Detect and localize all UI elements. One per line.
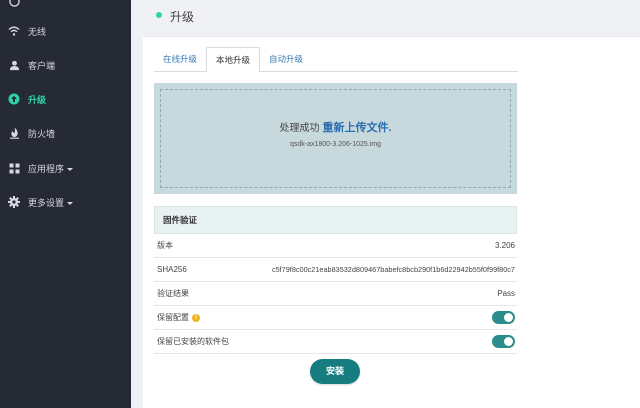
- tab-local-upgrade[interactable]: 本地升级: [206, 47, 261, 73]
- table-row: 保留配置!: [154, 306, 517, 330]
- sha256-value: c5f79f8c00c21eab83532d809467babefc8bcb29…: [271, 265, 515, 274]
- keep-config-label: 保留配置: [157, 313, 189, 322]
- sha256-label: SHA256: [157, 265, 187, 274]
- user-icon: [8, 59, 20, 71]
- sidebar-item-label: 无线: [28, 26, 47, 37]
- sidebar-item-label: 防火墙: [28, 128, 56, 139]
- verification-result-label: 验证结果: [157, 289, 189, 298]
- title-dot: [156, 12, 162, 18]
- chevron-down-icon: [67, 201, 74, 205]
- upgrade-icon: [8, 93, 20, 105]
- sidebar-item-home[interactable]: [0, 0, 131, 16]
- upload-status-text: 处理成功: [279, 123, 320, 134]
- keep-packages-label: 保留已安装的软件包: [157, 337, 229, 346]
- version-label: 版本: [157, 241, 173, 250]
- page-title: 升级: [170, 10, 195, 24]
- tab-auto-upgrade[interactable]: 自动升级: [260, 47, 312, 72]
- sidebar-item-firewall[interactable]: 防火墙: [0, 118, 131, 148]
- sidebar-item-label: 更多设置: [28, 197, 65, 208]
- page-header: 升级: [143, 0, 640, 30]
- install-button[interactable]: 安装: [310, 359, 360, 384]
- firmware-verification-heading: 固件验证: [154, 206, 517, 234]
- home-icon: [8, 0, 20, 7]
- sidebar: 无线 客户端 升级 防火墙 应用程序 更多设置: [0, 0, 131, 408]
- tab-bar: 在线升级 本地升级 自动升级: [154, 47, 518, 73]
- sidebar-item-applications[interactable]: 应用程序: [0, 153, 131, 183]
- sidebar-item-label: 升级: [28, 94, 47, 105]
- upgrade-panel: 在线升级 本地升级 自动升级 处理成功 重新上传文件. qsdk-ax1800-3…: [143, 36, 640, 408]
- wifi-icon: [8, 25, 20, 37]
- sidebar-item-more-settings[interactable]: 更多设置: [0, 187, 131, 217]
- keep-config-toggle[interactable]: [492, 311, 515, 324]
- upload-status: 处理成功 重新上传文件.: [154, 119, 517, 135]
- sidebar-item-clients[interactable]: 客户端: [0, 50, 131, 80]
- table-row: 验证结果 Pass: [154, 282, 517, 306]
- table-row: SHA256 c5f79f8c00c21eab83532d809467babef…: [154, 258, 517, 282]
- firmware-verification-table: 固件验证 版本 3.206 SHA256 c5f79f8c00c21eab835…: [154, 206, 517, 354]
- tab-online-upgrade[interactable]: 在线升级: [154, 47, 206, 72]
- sidebar-item-wireless[interactable]: 无线: [0, 16, 131, 46]
- toggle-knob: [504, 313, 513, 322]
- flame-icon: [8, 127, 20, 139]
- table-row: 版本 3.206: [154, 234, 517, 258]
- warning-icon[interactable]: !: [192, 314, 200, 322]
- file-upload-border: [160, 89, 511, 188]
- table-row: 保留已安装的软件包: [154, 330, 517, 354]
- keep-packages-toggle[interactable]: [492, 335, 515, 348]
- verification-result-value: Pass: [497, 289, 515, 298]
- sidebar-item-upgrade[interactable]: 升级: [0, 84, 131, 114]
- uploaded-filename: qsdk-ax1800-3.206-1025.img: [289, 141, 382, 148]
- file-upload-zone[interactable]: 处理成功 重新上传文件. qsdk-ax1800-3.206-1025.img: [154, 83, 517, 194]
- chevron-down-icon: [67, 167, 74, 171]
- gear-icon: [8, 196, 20, 208]
- sidebar-item-label: 客户端: [28, 60, 56, 71]
- toggle-knob: [504, 337, 513, 346]
- sidebar-item-label: 应用程序: [28, 163, 65, 174]
- version-value: 3.206: [494, 241, 515, 250]
- apps-icon: [8, 162, 20, 174]
- reupload-link[interactable]: 重新上传文件.: [322, 122, 391, 134]
